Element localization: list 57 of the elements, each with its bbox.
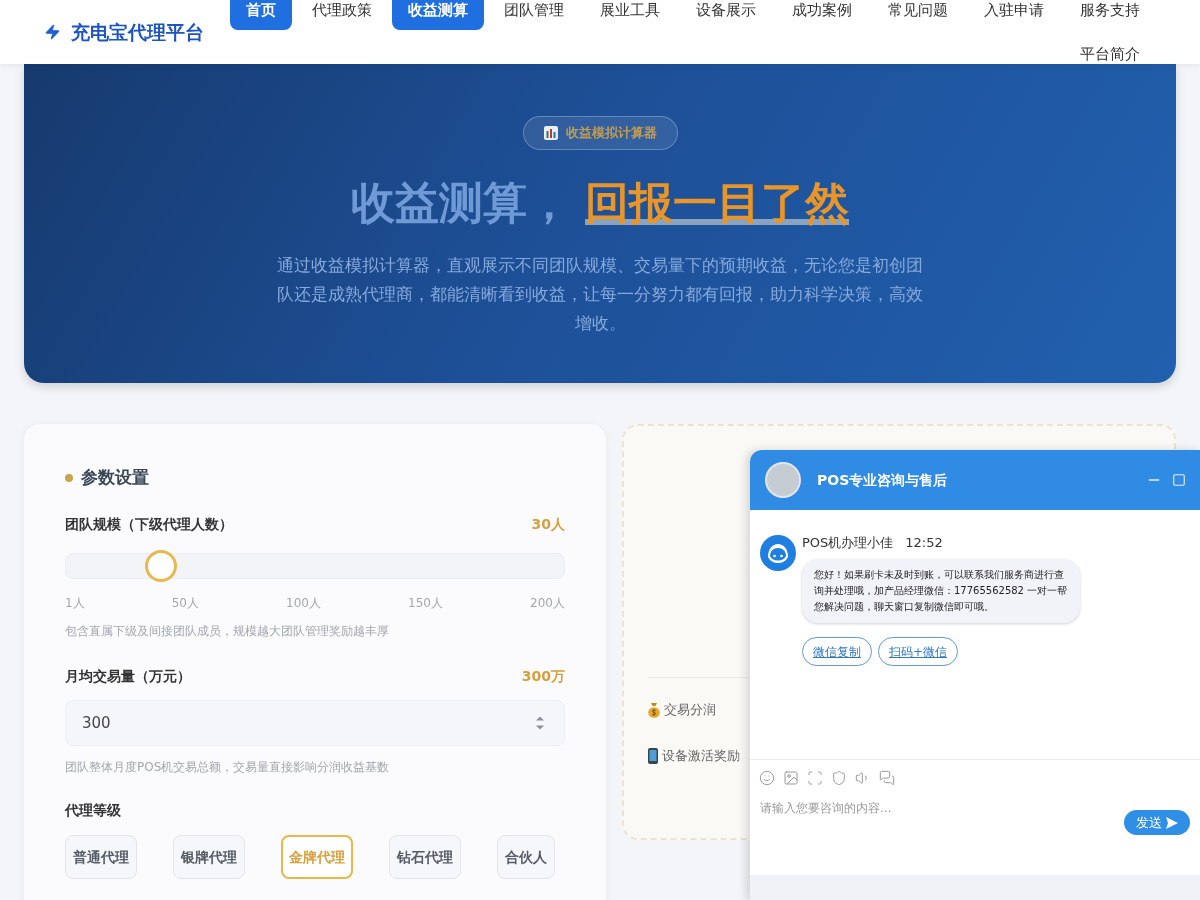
nav-tab[interactable]: 平台简介 [1064, 34, 1156, 64]
nav-tab[interactable]: 展业工具 [584, 0, 676, 30]
tier-option[interactable]: 银牌代理 [173, 835, 245, 879]
send-arrow-icon [1166, 816, 1178, 829]
nav-tab[interactable]: 设备展示 [680, 0, 772, 30]
nav-tab[interactable]: 入驻申请 [968, 0, 1060, 30]
shield-icon[interactable] [831, 770, 847, 786]
nav-tab[interactable]: 代理政策 [296, 0, 388, 30]
avatar-photo [765, 462, 801, 498]
platform-logo[interactable]: 充电宝代理平台 [71, 17, 204, 47]
field-label: 代理等级 [65, 801, 122, 820]
field-label: 月均交易量（万元） [65, 666, 191, 686]
sender-name: POS机办理小佳 [802, 535, 894, 551]
number-spinner-icon[interactable] [536, 716, 544, 730]
chat-bubbles-icon[interactable] [879, 770, 895, 786]
volume-input-field[interactable]: 300 [65, 700, 565, 746]
nav-tab[interactable]: 成功案例 [776, 0, 868, 30]
field-hint: 包含直属下级及间接团队成员，规模越大团队管理奖励越丰厚 [65, 623, 390, 639]
screenshot-frame-icon[interactable] [807, 770, 823, 786]
chat-title: POS专业咨询与售后 [817, 470, 948, 490]
slider-tick-label: 150人 [408, 595, 443, 612]
field-value: 30人 [531, 514, 565, 534]
emoji-icon[interactable] [759, 770, 775, 786]
income-item-label: 交易分润 [664, 701, 716, 720]
message-input[interactable]: 请输入您要咨询的内容... [760, 798, 1090, 818]
hero-description: 通过收益模拟计算器，直观展示不同团队规模、交易量下的预期收益，无论您是初创团队还是成熟代理商，都能清晰看到收益，让每一分努力都有回报，助力科学决策，高效增收。 [276, 254, 924, 335]
field-label: 团队规模（下级代理人数） [65, 514, 233, 534]
income-item-label: 设备激活奖励 [662, 747, 740, 766]
nav-tab[interactable]: 收益测算 [392, 0, 484, 30]
slider-tick-label: 50人 [171, 595, 199, 612]
support-agent-avatar-icon [760, 535, 796, 571]
slider-track[interactable] [65, 553, 565, 579]
tier-option[interactable]: 钻石代理 [389, 835, 461, 879]
slider-thumb[interactable] [145, 550, 178, 582]
maximize-icon[interactable] [1172, 473, 1186, 487]
bar-chart-icon [543, 126, 558, 140]
slider-tick-label: 200人 [530, 595, 565, 612]
nav-tab[interactable]: 服务支持 [1064, 0, 1156, 30]
hero-title: 收益测算， [351, 177, 571, 229]
tier-option[interactable]: 合伙人 [497, 835, 555, 879]
image-icon[interactable] [783, 770, 799, 786]
settings-title: 参数设置 [81, 466, 149, 490]
badge-label: 收益模拟计算器 [565, 124, 657, 143]
message-bubble: 您好！如果刷卡未及时到账，可以联系我们服务商进行查询并处理哦，加产品经理微信：17765562582 一对一帮您解决问题，聊天窗口复制微信即可哦。 [802, 559, 1080, 623]
mobile-phone-icon [648, 748, 658, 764]
money-bag-icon [648, 702, 660, 718]
nav-tab[interactable]: 首页 [230, 0, 292, 30]
slider-tick-label: 1人 [65, 595, 85, 612]
field-hint: 团队整体月度POS机交易总额，交易量直接影响分润收益基数 [65, 759, 391, 775]
tier-option[interactable]: 普通代理 [65, 835, 137, 879]
nav-tab[interactable]: 团队管理 [488, 0, 580, 30]
slider-tick-label: 100人 [286, 595, 321, 612]
lightning-bolt-icon [44, 22, 61, 42]
message-time: 12:52 [905, 535, 943, 551]
nav-tab[interactable]: 常见问题 [872, 0, 964, 30]
field-value: 300万 [521, 666, 565, 686]
send-button[interactable]: 发送 [1124, 810, 1190, 835]
